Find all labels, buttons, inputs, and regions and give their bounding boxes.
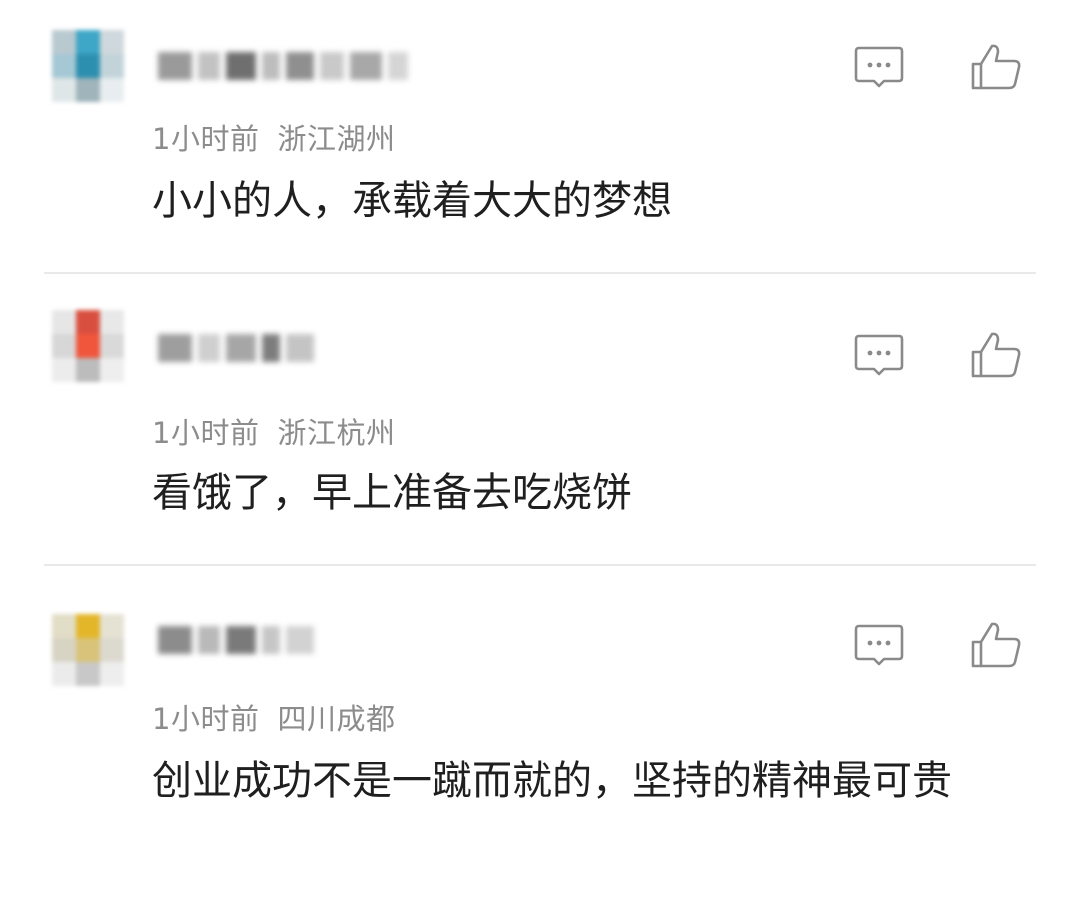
username-blurred[interactable] [158,326,314,370]
comment-text: 小小的人，承载着大大的梦想 [152,178,672,224]
username-pixel [226,626,256,654]
comment-location: 浙江湖州 [277,122,396,156]
avatar-pixel [100,358,124,382]
comment-list: 1小时前 浙江湖州 小小的人，承载着大大的梦想 1小时前 浙江杭州 看饿了，早上准备… [0,0,1080,911]
avatar-pixel [100,310,124,334]
username-pixel [198,626,220,654]
comment-time: 1小时前 [152,122,260,156]
comment-text: 创业成功不是一蹴而就的，坚持的精神最可贵 [152,758,952,804]
thumbs-up-icon [971,332,1021,378]
username-pixel [350,52,382,80]
avatar-pixel [76,30,100,54]
avatar-pixel [76,54,100,78]
username-pixel [262,52,280,80]
username-pixel [286,626,314,654]
username-pixel [286,334,314,362]
avatar-pixel [100,30,124,54]
username-pixel [320,52,344,80]
username-pixel [158,52,192,80]
avatar-pixel [52,358,76,382]
avatar-pixel [76,334,100,358]
username-pixel [226,52,256,80]
avatar-pixel [76,78,100,102]
avatar-pixel [100,334,124,358]
comment-location: 四川成都 [277,702,396,736]
avatar-pixel [76,662,100,686]
comment-item: 1小时前 浙江湖州 小小的人，承载着大大的梦想 [0,0,1080,272]
avatar-pixel [76,614,100,638]
like-button[interactable] [970,42,1022,92]
username-pixel [262,334,280,362]
avatar-pixel [76,638,100,662]
avatar-pixel [100,54,124,78]
avatar[interactable] [52,614,124,686]
comment-location: 浙江杭州 [277,416,396,450]
avatar-pixel [52,334,76,358]
username-pixel [198,334,220,362]
comment-meta: 1小时前 浙江杭州 [152,410,395,452]
comment-bubble-icon [854,46,904,88]
username-blurred[interactable] [158,618,314,662]
comment-time: 1小时前 [152,416,260,450]
avatar-pixel [52,54,76,78]
avatar-pixel [100,662,124,686]
username-pixel [158,334,192,362]
like-button[interactable] [970,620,1022,670]
comment-item: 1小时前 浙江杭州 看饿了，早上准备去吃烧饼 [0,274,1080,564]
avatar-pixel [52,310,76,334]
username-pixel [388,52,408,80]
comment-text: 看饿了，早上准备去吃烧饼 [152,470,632,516]
avatar-pixel [52,614,76,638]
thumbs-up-icon [971,44,1021,90]
reply-button[interactable] [853,330,905,380]
comment-bubble-icon [854,624,904,666]
comment-bubble-icon [854,334,904,376]
like-button[interactable] [970,330,1022,380]
reply-button[interactable] [853,620,905,670]
avatar-pixel [76,358,100,382]
avatar-pixel [100,614,124,638]
reply-button[interactable] [853,42,905,92]
avatar-pixel [52,662,76,686]
avatar-pixel [52,78,76,102]
avatar[interactable] [52,30,124,102]
comment-meta: 1小时前 浙江湖州 [152,116,395,158]
avatar-pixel [52,30,76,54]
username-pixel [286,52,314,80]
avatar[interactable] [52,310,124,382]
username-pixel [198,52,220,80]
comment-time: 1小时前 [152,702,260,736]
comment-item: 1小时前 四川成都 创业成功不是一蹴而就的，坚持的精神最可贵 [0,566,1080,911]
avatar-pixel [52,638,76,662]
avatar-pixel [100,78,124,102]
comment-meta: 1小时前 四川成都 [152,696,395,738]
username-blurred[interactable] [158,44,408,88]
avatar-pixel [100,638,124,662]
username-pixel [262,626,280,654]
avatar-pixel [76,310,100,334]
username-pixel [226,334,256,362]
username-pixel [158,626,192,654]
thumbs-up-icon [971,622,1021,668]
